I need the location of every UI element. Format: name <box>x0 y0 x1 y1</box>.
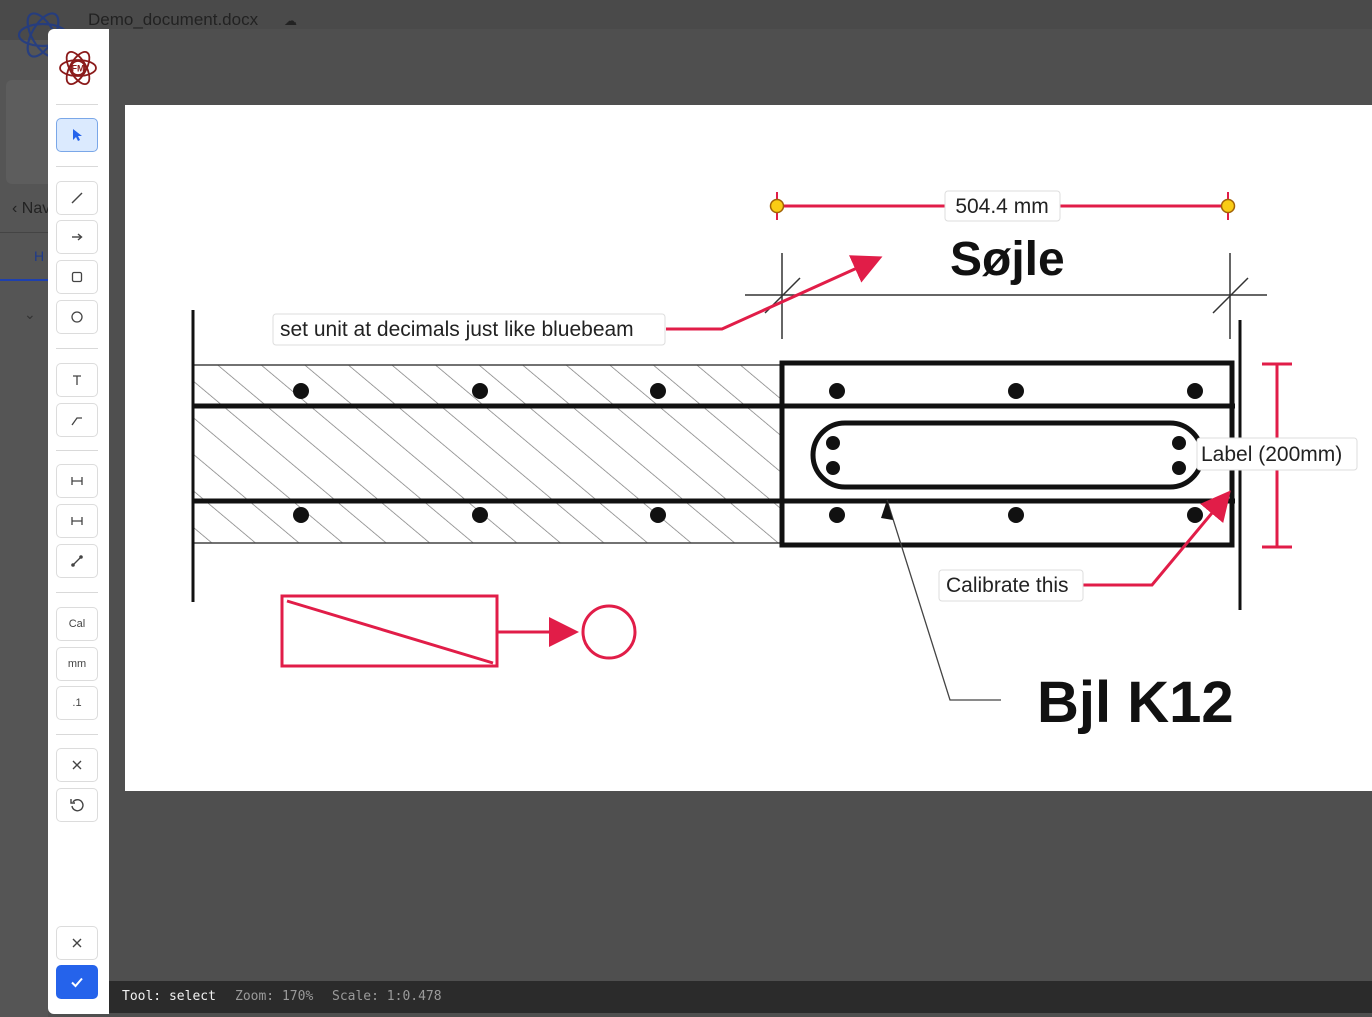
calibrate-button[interactable]: Cal <box>56 607 98 641</box>
delete-button[interactable] <box>56 748 98 782</box>
tool-sidebar: FM Cal mm .1 <box>48 29 109 1014</box>
tab-home: H <box>34 248 45 264</box>
reset-button[interactable] <box>56 788 98 822</box>
separator <box>56 348 98 349</box>
measure-icon <box>71 555 83 567</box>
separator <box>56 104 98 105</box>
chevron-down-icon: ⌄ <box>24 306 36 322</box>
text-tool-button[interactable] <box>56 363 98 397</box>
status-bar: Tool: select Zoom: 170% Scale: 1:0.478 <box>109 981 1372 1013</box>
line-icon <box>71 192 83 204</box>
document-title: Demo_document.docx <box>88 10 259 29</box>
circle-icon <box>71 311 83 323</box>
dimension-icon <box>71 477 83 485</box>
undo-icon <box>70 799 84 812</box>
status-scale: Scale: 1:0.478 <box>332 989 442 1004</box>
status-zoom: Zoom: 170% <box>235 989 314 1004</box>
separator <box>56 450 98 451</box>
calibrate-leader-arrow[interactable] <box>1083 490 1231 587</box>
separator <box>56 166 98 167</box>
rectangle-tool-button[interactable] <box>56 260 98 294</box>
base-drawing: Søjle Bjl K12 <box>191 233 1267 735</box>
text-icon <box>73 375 81 385</box>
dimension-icon <box>71 517 83 525</box>
unit-button[interactable]: mm <box>56 647 98 681</box>
leader-tool-button[interactable] <box>56 403 98 437</box>
brand-logo-icon: FM <box>59 51 97 85</box>
measure-tool-button[interactable] <box>56 544 98 578</box>
dimension-label[interactable]: Label (200mm) <box>1201 443 1342 466</box>
cancel-button[interactable] <box>56 926 98 960</box>
note-leader-arrow[interactable] <box>666 255 883 331</box>
dimension-tool-button[interactable] <box>56 464 98 498</box>
title-text: Søjle <box>950 233 1065 286</box>
measure-handle[interactable] <box>769 198 785 214</box>
leader-icon <box>71 417 82 426</box>
drawing-canvas[interactable]: Søjle Bjl K12 504.4 mm set unit at decim… <box>125 105 1372 791</box>
separator <box>56 734 98 735</box>
note-label[interactable]: set unit at decimals just like bluebeam <box>280 318 634 341</box>
confirm-button[interactable] <box>56 965 98 999</box>
status-tool: Tool: select <box>122 989 216 1004</box>
calibrate-label[interactable]: Calibrate this <box>946 574 1069 597</box>
select-tool-button[interactable] <box>56 118 98 152</box>
dimension-alt-tool-button[interactable] <box>56 504 98 538</box>
close-icon <box>72 760 82 770</box>
technical-drawing: Søjle Bjl K12 504.4 mm set unit at decim… <box>191 190 1358 735</box>
square-icon <box>71 271 83 283</box>
circle-tool-button[interactable] <box>56 300 98 334</box>
cursor-icon <box>73 129 82 141</box>
close-icon <box>72 938 82 948</box>
nav-back-link: ‹ Nav <box>12 200 51 217</box>
rebar-text: Bjl K12 <box>1037 670 1234 735</box>
decimals-button[interactable]: .1 <box>56 686 98 720</box>
separator <box>56 592 98 593</box>
arrow-tool-button[interactable] <box>56 220 98 254</box>
arrow-icon <box>72 233 83 241</box>
cloud-icon: ☁ <box>284 13 297 28</box>
measure-handle[interactable] <box>1220 198 1236 214</box>
annotation-circle[interactable] <box>581 604 637 660</box>
line-tool-button[interactable] <box>56 181 98 215</box>
check-icon <box>71 977 83 988</box>
svg-text:FM: FM <box>72 64 85 74</box>
measure-label[interactable]: 504.4 mm <box>955 195 1048 218</box>
